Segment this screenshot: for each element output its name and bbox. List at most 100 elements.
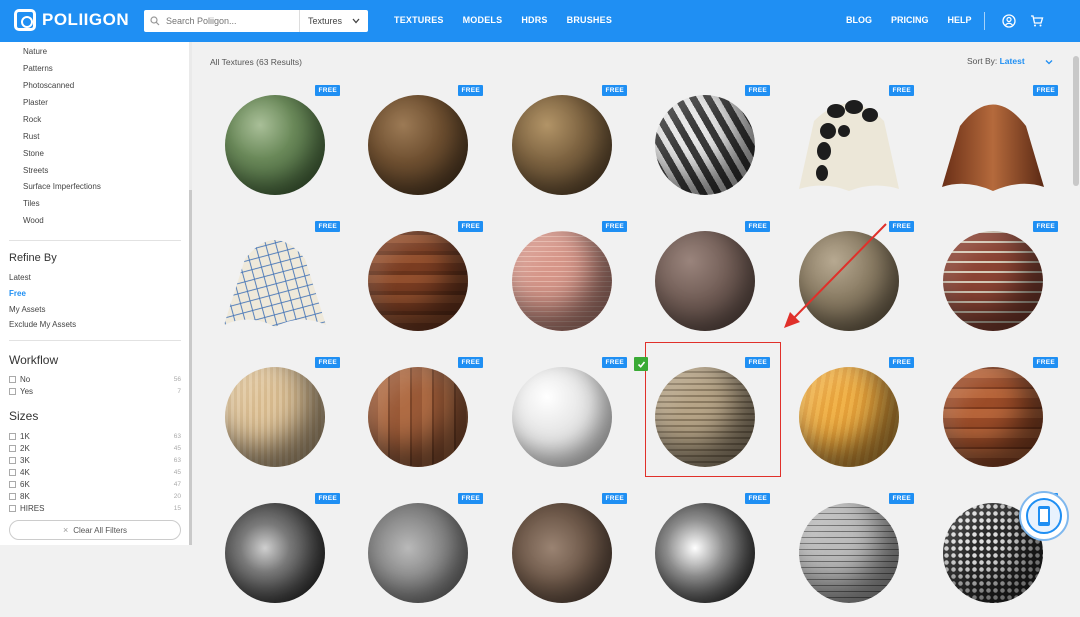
search-icon[interactable] — [144, 16, 166, 26]
workflow-no-count: 56 — [173, 376, 181, 383]
size-4k-option[interactable]: 4K 45 — [9, 468, 181, 477]
search-box: Textures — [144, 10, 368, 32]
nav-brushes[interactable]: BRUSHES — [567, 15, 612, 25]
texture-card-marble[interactable]: FREE — [497, 357, 627, 481]
clear-all-filters-button[interactable]: × Clear All Filters — [9, 520, 181, 540]
refine-exclude-my-assets[interactable]: Exclude My Assets — [9, 320, 76, 329]
checkbox[interactable] — [9, 469, 16, 476]
checkbox[interactable] — [9, 433, 16, 440]
category-photoscanned[interactable]: Photoscanned — [23, 81, 74, 90]
category-wood[interactable]: Wood — [23, 216, 44, 225]
free-badge: FREE — [458, 357, 483, 368]
workflow-yes-option[interactable]: Yes 7 — [9, 387, 181, 396]
category-patterns[interactable]: Patterns — [23, 64, 53, 73]
texture-card-parquet[interactable]: FREE — [353, 357, 483, 481]
size-label: 8K — [20, 492, 30, 501]
category-rock[interactable]: Rock — [23, 115, 41, 124]
category-stone[interactable]: Stone — [23, 149, 44, 158]
sort-by-control[interactable]: Sort By: Latest — [967, 56, 1025, 66]
texture-preview — [655, 231, 755, 331]
poliigon-logo[interactable]: POLIIGON — [14, 9, 129, 31]
workflow-no-option[interactable]: No 56 — [9, 375, 181, 384]
annotation-arrow-icon — [784, 223, 887, 328]
size-1k-option[interactable]: 1K 63 — [9, 432, 181, 441]
texture-card-chrome[interactable]: FREE — [640, 493, 770, 617]
texture-card-leather-drape[interactable]: FREE — [928, 85, 1058, 209]
refine-my-assets[interactable]: My Assets — [9, 305, 45, 314]
nav-hdrs[interactable]: HDRS — [521, 15, 547, 25]
texture-preview — [225, 503, 325, 603]
free-badge: FREE — [602, 221, 627, 232]
texture-card-wood-floor[interactable]: FREE — [928, 357, 1058, 481]
texture-preview — [943, 367, 1043, 467]
texture-card-metal-tiles[interactable]: FREE — [784, 493, 914, 617]
texture-card-fabric-pattern[interactable]: FREE — [784, 85, 914, 209]
texture-card-plaster-brown[interactable]: FREE — [640, 221, 770, 345]
category-plaster[interactable]: Plaster — [23, 98, 48, 107]
cart-icon[interactable] — [1030, 14, 1044, 28]
selected-check-icon[interactable] — [634, 357, 648, 371]
texture-card-wood-planks[interactable]: FREE — [353, 221, 483, 345]
texture-card-concrete-rough[interactable]: FREE — [353, 493, 483, 617]
size-label: 6K — [20, 480, 30, 489]
user-account-icon[interactable] — [1002, 14, 1016, 28]
clear-all-filters-label: Clear All Filters — [73, 525, 128, 535]
texture-card-herringbone[interactable]: FREE — [640, 85, 770, 209]
checkbox[interactable] — [9, 481, 16, 488]
texture-card-pink-bricks[interactable]: FREE — [497, 221, 627, 345]
free-badge: FREE — [458, 221, 483, 232]
texture-card-light-wood[interactable]: FREE — [210, 357, 340, 481]
size-label: 4K — [20, 468, 30, 477]
category-surface-imperfections[interactable]: Surface Imperfections — [23, 182, 101, 191]
texture-card-yellow-wood[interactable]: FREE — [784, 357, 914, 481]
texture-card-red-bricks[interactable]: FREE — [928, 221, 1058, 345]
size-6k-option[interactable]: 6K 47 — [9, 480, 181, 489]
free-badge: FREE — [1033, 357, 1058, 368]
nav-pricing[interactable]: PRICING — [891, 15, 929, 25]
checkbox[interactable] — [9, 493, 16, 500]
checkbox[interactable] — [9, 388, 16, 395]
texture-preview — [512, 503, 612, 603]
refine-latest[interactable]: Latest — [9, 273, 31, 282]
chevron-down-icon[interactable] — [1045, 58, 1053, 66]
size-count: 63 — [173, 433, 181, 440]
checkbox[interactable] — [9, 445, 16, 452]
nav-models[interactable]: MODELS — [463, 15, 503, 25]
texture-preview — [368, 231, 468, 331]
category-streets[interactable]: Streets — [23, 166, 48, 175]
nav-blog[interactable]: BLOG — [846, 15, 872, 25]
texture-preview — [943, 231, 1043, 331]
texture-card-fabric-grid[interactable]: FREE — [210, 221, 340, 345]
free-badge: FREE — [889, 357, 914, 368]
category-tiles[interactable]: Tiles — [23, 199, 40, 208]
checkbox[interactable] — [9, 376, 16, 383]
checkbox[interactable] — [9, 457, 16, 464]
sidebar-scrollbar-thumb[interactable] — [189, 190, 192, 545]
results-title: All Textures (63 Results) — [210, 57, 302, 67]
texture-preview — [368, 367, 468, 467]
category-rust[interactable]: Rust — [23, 132, 39, 141]
category-nature[interactable]: Nature — [23, 47, 47, 56]
size-count: 47 — [173, 481, 181, 488]
size-3k-option[interactable]: 3K 63 — [9, 456, 181, 465]
size-count: 63 — [173, 457, 181, 464]
texture-preview — [225, 367, 325, 467]
size-hires-option[interactable]: HIRES 15 — [9, 504, 181, 513]
texture-card-soil[interactable]: FREE — [353, 85, 483, 209]
nav-help[interactable]: HELP — [948, 15, 972, 25]
search-category-select[interactable]: Textures — [299, 10, 368, 32]
refine-free[interactable]: Free — [9, 289, 26, 298]
texture-card-gravel-soil[interactable]: FREE — [497, 85, 627, 209]
texture-card-green-tiles[interactable]: FREE — [210, 85, 340, 209]
checkbox[interactable] — [9, 505, 16, 512]
search-input[interactable] — [166, 12, 296, 30]
size-8k-option[interactable]: 8K 20 — [9, 492, 181, 501]
texture-preview — [512, 231, 612, 331]
nav-textures[interactable]: TEXTURES — [394, 15, 444, 25]
texture-card-rock-brown[interactable]: FREE — [497, 493, 627, 617]
texture-card-metal-dark[interactable]: FREE — [210, 493, 340, 617]
page-scrollbar-thumb[interactable] — [1073, 56, 1079, 186]
workflow-no-label: No — [20, 375, 31, 384]
free-badge: FREE — [1033, 221, 1058, 232]
size-2k-option[interactable]: 2K 45 — [9, 444, 181, 453]
